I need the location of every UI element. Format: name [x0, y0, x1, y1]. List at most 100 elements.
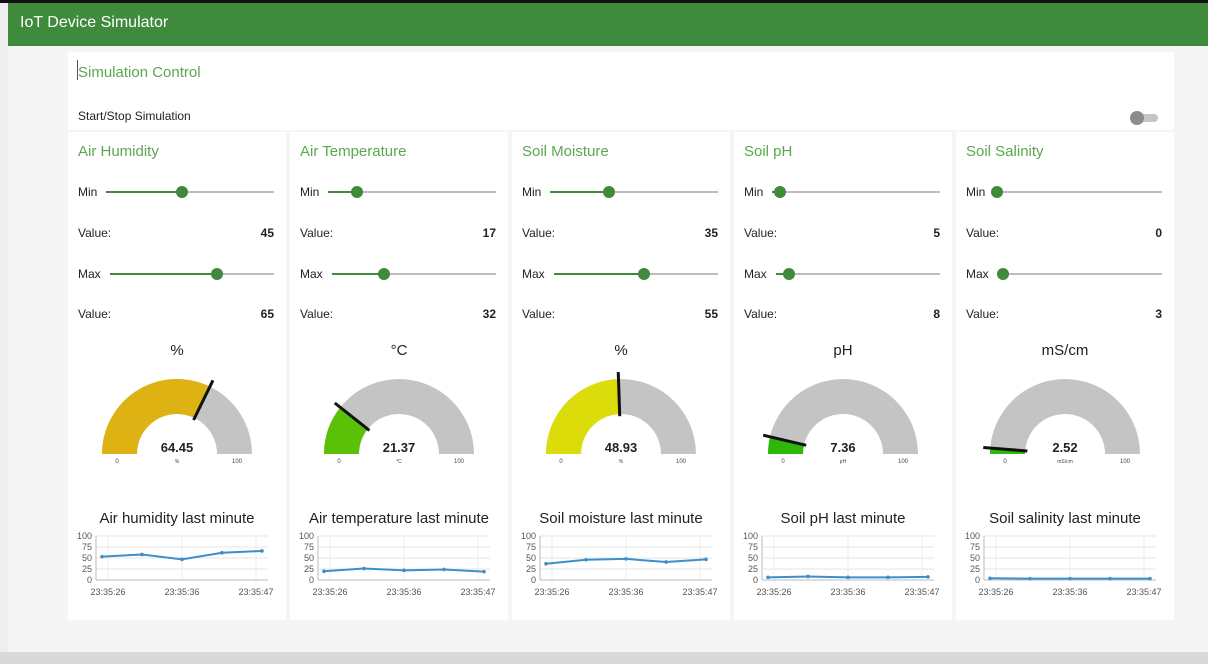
- chart-y-tick: 75: [304, 542, 314, 552]
- max-label: Max: [744, 267, 767, 281]
- chart-point: [584, 557, 588, 562]
- slider-fill: [106, 191, 182, 193]
- soil-moisture-max-slider[interactable]: [554, 268, 718, 280]
- start-stop-label: Start/Stop Simulation: [78, 109, 191, 123]
- gauge-max-label: 100: [232, 459, 243, 464]
- air-humidity-unit: %: [170, 342, 184, 359]
- chart-y-tick: 75: [526, 542, 536, 552]
- min-label: Min: [300, 185, 320, 199]
- air-temperature-max-slider[interactable]: [332, 268, 496, 280]
- chart-y-tick: 75: [82, 542, 92, 552]
- chart-point: [180, 557, 184, 562]
- slider-thumb[interactable]: [602, 186, 615, 198]
- slider-thumb[interactable]: [210, 268, 223, 280]
- simulation-control-title: Simulation Control: [78, 64, 201, 81]
- gauge-unit-small: pH: [840, 459, 847, 464]
- chart-y-tick: 100: [77, 531, 92, 541]
- chart-x-tick: 23:35:36: [386, 587, 421, 597]
- chart-point: [926, 575, 930, 579]
- soil-moisture-chart-title: Soil moisture last minute: [539, 510, 703, 527]
- chart-y-tick: 50: [304, 553, 314, 563]
- start-stop-toggle[interactable]: [1130, 111, 1160, 125]
- chart-point: [766, 575, 770, 580]
- chart-point: [402, 568, 406, 573]
- gauge-min-label: 0: [337, 459, 341, 464]
- air-temperature-gauge: 21.37 °C 0 100: [324, 379, 474, 464]
- soil-salinity-max-value: 3: [1155, 307, 1162, 321]
- soil-salinity-card: Soil Salinity Min Value: 0 Max Value: 3 mS/cm 2.…: [956, 132, 1174, 620]
- value-label: Value:: [744, 226, 778, 240]
- chart-point: [624, 557, 628, 561]
- soil-ph-max-value: 8: [933, 307, 940, 321]
- air-temperature-min-value: 17: [482, 226, 496, 240]
- slider-thumb[interactable]: [638, 268, 651, 280]
- chart-point: [846, 575, 850, 580]
- soil-salinity-gauge: 2.52 mS/cm 0 100: [983, 379, 1140, 464]
- chart-x-tick: 23:35:26: [312, 587, 347, 597]
- app-header: IoT Device Simulator: [8, 3, 1208, 46]
- min-label: Min: [78, 185, 98, 199]
- gauge-max-label: 100: [1120, 459, 1131, 464]
- soil-moisture-min-slider[interactable]: [550, 186, 718, 198]
- slider-thumb[interactable]: [774, 186, 787, 198]
- gauge-min-label: 0: [115, 459, 119, 464]
- soil-salinity-chart-title: Soil salinity last minute: [989, 510, 1141, 527]
- slider-track: [997, 191, 1162, 193]
- slider-thumb[interactable]: [991, 186, 1003, 198]
- max-label: Max: [78, 267, 101, 281]
- air-temperature-unit: °C: [390, 342, 408, 359]
- soil-ph-chart: 1007550250 23:35:26 23:35:36 23:35:47: [743, 531, 940, 597]
- slider-thumb[interactable]: [175, 186, 188, 198]
- value-label: Value:: [744, 307, 778, 321]
- chart-point: [1068, 576, 1072, 581]
- gauge-needle: [616, 371, 622, 417]
- chart-y-tick: 25: [526, 564, 536, 574]
- chart-y-tick: 50: [526, 553, 536, 563]
- chart-x-tick: 23:35:26: [756, 587, 791, 597]
- air-humidity-gauge-value: 64.45: [161, 440, 194, 455]
- soil-moisture-unit: %: [614, 342, 628, 359]
- chart-y-tick: 100: [299, 531, 314, 541]
- soil-ph-gauge: 7.36 pH 0 100: [762, 379, 918, 464]
- chart-y-tick: 25: [82, 564, 92, 574]
- chart-y-tick: 100: [521, 531, 536, 541]
- soil-salinity-title: Soil Salinity: [966, 143, 1044, 160]
- chart-point: [806, 574, 810, 579]
- soil-ph-max-slider[interactable]: [776, 268, 940, 280]
- air-temperature-card: Air Temperature Min Value: 17 Max Value: 32 °C 2…: [290, 132, 508, 620]
- chart-point: [260, 549, 264, 553]
- chart-y-tick: 50: [748, 553, 758, 563]
- slider-fill: [110, 273, 217, 275]
- air-humidity-min-value: 45: [260, 226, 274, 240]
- chart-y-tick: 75: [748, 542, 758, 552]
- soil-ph-gauge-value: 7.36: [830, 440, 855, 455]
- chart-x-tick: 23:35:26: [90, 587, 125, 597]
- chart-point: [482, 569, 486, 574]
- slider-thumb[interactable]: [996, 268, 1009, 280]
- soil-salinity-min-slider[interactable]: [991, 186, 1162, 198]
- value-label: Value:: [300, 226, 334, 240]
- slider-thumb[interactable]: [378, 268, 391, 280]
- chart-y-tick: 0: [309, 575, 314, 585]
- air-temperature-min-slider[interactable]: [328, 186, 496, 198]
- chart-y-tick: 0: [87, 575, 92, 585]
- air-humidity-max-slider[interactable]: [110, 268, 274, 280]
- soil-salinity-unit: mS/cm: [1041, 342, 1089, 359]
- chart-x-tick: 23:35:36: [830, 587, 865, 597]
- value-label: Value:: [522, 226, 556, 240]
- chart-point: [1028, 576, 1032, 581]
- air-temperature-chart: 1007550250 23:35:26 23:35:36 23:35:47: [299, 531, 496, 597]
- chart-point: [664, 560, 668, 564]
- chart-y-tick: 25: [304, 564, 314, 574]
- soil-ph-min-slider[interactable]: [772, 186, 940, 198]
- slider-thumb[interactable]: [350, 186, 363, 198]
- soil-salinity-min-value: 0: [1155, 226, 1162, 240]
- chart-x-tick: 23:35:36: [164, 587, 199, 597]
- slider-thumb[interactable]: [783, 268, 796, 280]
- air-humidity-min-slider[interactable]: [106, 186, 274, 198]
- chart-point: [886, 575, 890, 580]
- soil-salinity-max-slider[interactable]: [996, 268, 1162, 280]
- value-label: Value:: [78, 226, 112, 240]
- main-content: Simulation Control Start/Stop Simulation…: [8, 46, 1208, 652]
- max-label: Max: [966, 267, 989, 281]
